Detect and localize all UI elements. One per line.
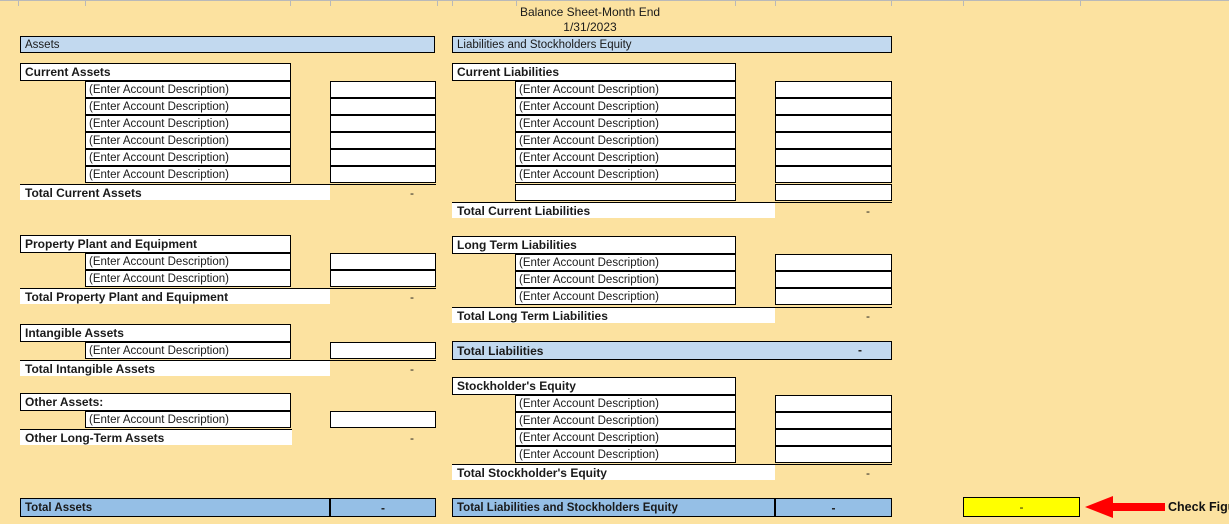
- red-arrow-icon: [1085, 496, 1165, 518]
- account-amount-input[interactable]: [775, 166, 892, 183]
- account-description-row[interactable]: (Enter Account Description): [515, 98, 736, 115]
- balance-sheet-worksheet: Balance Sheet-Month End 1/31/2023 Assets…: [0, 0, 1229, 524]
- total-long-term-liabilities-value: -: [775, 307, 892, 324]
- other-long-term-assets-label: Other Long-Term Assets: [20, 429, 292, 446]
- account-description-row[interactable]: (Enter Account Description): [515, 115, 736, 132]
- check-figure-label: Check Figure: [1168, 500, 1229, 514]
- account-description-row[interactable]: (Enter Account Description): [515, 81, 736, 98]
- account-description-row[interactable]: (Enter Account Description): [85, 81, 291, 98]
- total-liabilities-value: -: [858, 343, 862, 357]
- account-description-row[interactable]: (Enter Account Description): [85, 166, 291, 183]
- liabilities-equity-header: Liabilities and Stockholders Equity: [452, 36, 892, 53]
- total-current-liabilities-label: Total Current Liabilities: [452, 202, 775, 219]
- account-description-row[interactable]: (Enter Account Description): [515, 149, 736, 166]
- account-description-row[interactable]: (Enter Account Description): [85, 270, 291, 287]
- account-amount-input[interactable]: [775, 98, 892, 115]
- account-description-row[interactable]: (Enter Account Description): [85, 115, 291, 132]
- account-amount-input[interactable]: [775, 184, 892, 201]
- account-amount-input[interactable]: [330, 411, 436, 428]
- section-heading-intangible-assets: Intangible Assets: [20, 324, 291, 342]
- account-description-row[interactable]: (Enter Account Description): [85, 411, 291, 428]
- section-heading-property-plant-equipment: Property Plant and Equipment: [20, 235, 291, 253]
- total-stockholders-equity-label: Total Stockholder's Equity: [452, 464, 775, 481]
- total-intangible-assets-label: Total Intangible Assets: [20, 360, 330, 377]
- report-title-line1: Balance Sheet-Month End: [519, 5, 661, 19]
- account-description-row[interactable]: (Enter Account Description): [515, 132, 736, 149]
- account-description-row[interactable]: [515, 184, 736, 201]
- account-amount-input[interactable]: [330, 132, 436, 149]
- account-description-row[interactable]: (Enter Account Description): [85, 132, 291, 149]
- assets-header: Assets: [20, 36, 435, 53]
- total-intangible-assets-value: -: [330, 360, 436, 377]
- total-long-term-liabilities-label: Total Long Term Liabilities: [452, 307, 775, 324]
- section-heading-current-assets: Current Assets: [20, 63, 291, 81]
- account-description-row[interactable]: (Enter Account Description): [515, 429, 736, 446]
- account-amount-input[interactable]: [330, 149, 436, 166]
- total-property-plant-equipment-label: Total Property Plant and Equipment: [20, 288, 330, 305]
- account-amount-input[interactable]: [330, 81, 436, 98]
- total-current-assets-label: Total Current Assets: [20, 184, 330, 201]
- report-title-date: 1/31/2023: [563, 20, 617, 34]
- account-description-row[interactable]: (Enter Account Description): [85, 149, 291, 166]
- section-heading-other-assets: Other Assets:: [20, 393, 291, 411]
- account-amount-input[interactable]: [330, 115, 436, 132]
- section-heading-long-term-liabilities: Long Term Liabilities: [452, 236, 736, 254]
- account-description-row[interactable]: (Enter Account Description): [515, 166, 736, 183]
- total-liabilities-and-equity-label: Total Liabilities and Stockholders Equit…: [452, 498, 775, 517]
- account-amount-input[interactable]: [330, 270, 436, 287]
- account-description-row[interactable]: (Enter Account Description): [515, 254, 736, 271]
- account-amount-input[interactable]: [775, 271, 892, 288]
- account-amount-input[interactable]: [775, 395, 892, 412]
- account-description-row[interactable]: (Enter Account Description): [515, 271, 736, 288]
- account-description-row[interactable]: (Enter Account Description): [85, 253, 291, 270]
- total-current-assets-value: -: [330, 184, 436, 201]
- account-description-row[interactable]: (Enter Account Description): [515, 412, 736, 429]
- section-heading-stockholders-equity: Stockholder's Equity: [452, 377, 736, 395]
- account-amount-input[interactable]: [330, 253, 436, 270]
- account-amount-input[interactable]: [775, 288, 892, 305]
- total-assets-value: -: [330, 498, 436, 517]
- other-long-term-assets-value: -: [410, 430, 414, 445]
- account-amount-input[interactable]: [330, 98, 436, 115]
- total-property-plant-equipment-value: -: [330, 288, 436, 305]
- account-amount-input[interactable]: [775, 254, 892, 271]
- account-amount-input[interactable]: [775, 446, 892, 463]
- total-liabilities-label: Total Liabilities: [452, 341, 892, 360]
- account-description-row[interactable]: (Enter Account Description): [515, 446, 736, 463]
- check-figure-cell: -: [963, 497, 1080, 517]
- account-description-row[interactable]: (Enter Account Description): [85, 98, 291, 115]
- total-liabilities-and-equity-value: -: [775, 498, 892, 517]
- total-current-liabilities-value: -: [775, 202, 892, 219]
- total-assets-label: Total Assets: [20, 498, 330, 517]
- account-amount-input[interactable]: [775, 429, 892, 446]
- total-stockholders-equity-value: -: [775, 464, 892, 481]
- account-amount-input[interactable]: [330, 342, 436, 359]
- account-description-row[interactable]: (Enter Account Description): [85, 342, 291, 359]
- account-amount-input[interactable]: [775, 81, 892, 98]
- account-amount-input[interactable]: [775, 149, 892, 166]
- account-amount-input[interactable]: [775, 115, 892, 132]
- account-amount-input[interactable]: [330, 166, 436, 183]
- section-heading-current-liabilities: Current Liabilities: [452, 63, 736, 81]
- account-description-row[interactable]: (Enter Account Description): [515, 288, 736, 305]
- account-amount-input[interactable]: [775, 412, 892, 429]
- account-amount-input[interactable]: [775, 132, 892, 149]
- account-description-row[interactable]: (Enter Account Description): [515, 395, 736, 412]
